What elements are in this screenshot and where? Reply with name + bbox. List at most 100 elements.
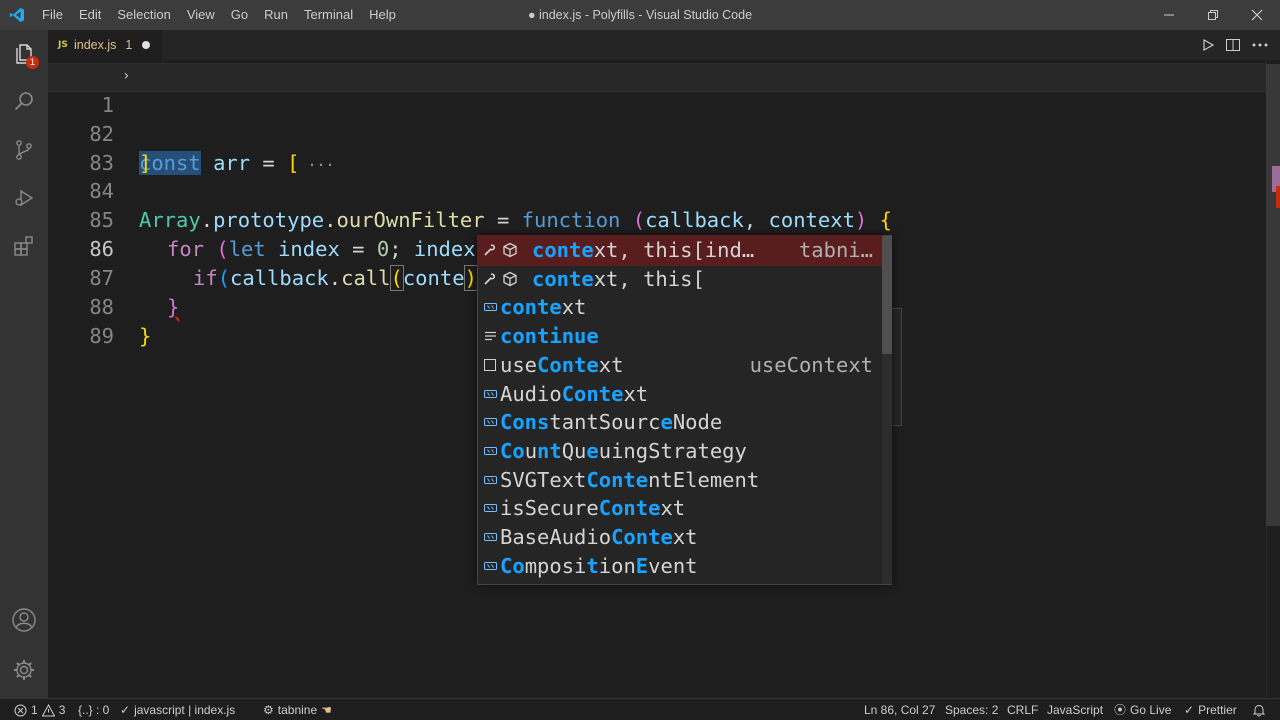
suggestion-item[interactable]: AudioContext — [478, 380, 883, 409]
close-window-button[interactable] — [1234, 0, 1280, 30]
variable-icon — [483, 380, 497, 408]
variable-icon — [483, 408, 497, 436]
suggestion-item[interactable]: context, this[ — [478, 265, 883, 294]
suggestion-item[interactable]: context, this[ind… tabni… — [477, 235, 884, 266]
suggestion-detail: useContext — [749, 352, 873, 377]
suggest-scrollbar-track[interactable] — [882, 354, 892, 584]
suggestion-label: ConstantSourceNode — [500, 410, 723, 435]
suggestion-widget[interactable]: context, this[ind… tabni… context, this[co… — [477, 235, 892, 585]
split-editor-icon[interactable] — [1220, 30, 1246, 60]
activity-bar: 1 — [0, 30, 48, 698]
menu-run[interactable]: Run — [256, 0, 296, 30]
tab-index-js[interactable]: JS index.js 1 — [48, 30, 162, 60]
variable-icon — [483, 552, 497, 580]
notifications-bell-icon[interactable] — [1252, 699, 1266, 720]
cursor-position[interactable]: Ln 86, Col 27 — [864, 699, 935, 720]
suggestion-label: isSecureContext — [500, 496, 686, 521]
language-check-status[interactable]: ✓ javascript | index.js — [120, 699, 235, 720]
tab-problem-count: 1 — [125, 38, 133, 52]
text-icon — [483, 351, 497, 379]
keyword-icon — [483, 322, 497, 350]
fold-chevron-icon[interactable]: › — [122, 62, 130, 91]
cube-icon — [501, 236, 519, 264]
error-icon — [14, 704, 27, 716]
menu-selection[interactable]: Selection — [109, 0, 178, 30]
language-mode[interactable]: JavaScript — [1047, 699, 1103, 720]
suggestion-item[interactable]: ConstantSourceNode — [478, 408, 883, 437]
source-control-icon[interactable] — [0, 126, 48, 174]
menu-file[interactable]: File — [34, 0, 71, 30]
check-icon: ✓ — [120, 702, 131, 717]
go-live-button[interactable]: ⦿ Go Live — [1114, 699, 1171, 720]
tab-label: index.js — [74, 38, 117, 52]
suggestion-item[interactable]: CompositionEvent — [478, 552, 883, 581]
explorer-icon[interactable]: 1 — [0, 30, 48, 78]
extensions-icon[interactable] — [0, 222, 48, 270]
unsaved-dot-icon[interactable] — [142, 41, 151, 49]
broadcast-icon: ⦿ — [1114, 702, 1127, 717]
suggestion-item[interactable]: CountQueuingStrategy — [478, 437, 883, 466]
suggestion-label: SVGTextContentElement — [500, 467, 760, 492]
suggestion-label: context — [500, 295, 587, 320]
menu-go[interactable]: Go — [223, 0, 256, 30]
menu-help[interactable]: Help — [361, 0, 404, 30]
cube-icon — [501, 265, 519, 293]
status-bar: 1 3 {..} : 0 ✓ javascript | index.js ⚙ t… — [0, 698, 1280, 720]
variable-icon — [483, 494, 497, 522]
suggestion-label: context, this[ind… — [532, 238, 755, 262]
code-line-86: 86 if(callback.call(conte)) — [48, 206, 1258, 291]
prettier-status[interactable]: ✓ Prettier — [1184, 699, 1237, 720]
vscode-logo-icon — [0, 0, 34, 30]
line-number: 89 — [89, 324, 114, 348]
warning-icon — [41, 703, 55, 716]
menu-view[interactable]: View — [179, 0, 223, 30]
more-actions-icon[interactable] — [1247, 30, 1273, 60]
code-line-82: 82 ] — [48, 91, 1258, 175]
suggestion-item[interactable]: isSecureContext — [478, 494, 883, 523]
code-line-1: 1 › const arr = [··· — [48, 62, 1258, 175]
suggestion-item[interactable]: useContext useContext — [478, 351, 883, 380]
run-file-icon[interactable] — [1195, 30, 1221, 60]
settings-gear-icon[interactable] — [0, 646, 48, 694]
tab-bar: JS index.js 1 — [48, 30, 1280, 60]
editor-scrollbar-thumb[interactable] — [1266, 64, 1280, 526]
suggestion-detail: tabni… — [798, 238, 873, 262]
overview-ruler-error — [1276, 186, 1280, 208]
title-bar: File Edit Selection View Go Run Terminal… — [0, 0, 1280, 30]
wrench-icon — [483, 236, 497, 264]
suggestion-item[interactable]: context — [478, 293, 883, 322]
tabnine-status[interactable]: ⚙ tabnine ☚ — [263, 699, 332, 720]
run-debug-icon[interactable] — [0, 174, 48, 222]
suggestion-item[interactable]: continue — [478, 322, 883, 351]
indentation-status[interactable]: Spaces: 2 — [945, 699, 998, 720]
eol-status[interactable]: CRLF — [1007, 699, 1038, 720]
variable-icon — [483, 293, 497, 321]
problems-status[interactable]: 1 3 — [14, 699, 65, 720]
suggestion-label: BaseAudioContext — [500, 525, 698, 549]
wrench-icon — [483, 265, 497, 293]
suggest-scrollbar-thumb[interactable] — [882, 236, 892, 354]
search-icon[interactable] — [0, 78, 48, 126]
tabnine-icon: ⚙ — [263, 702, 274, 717]
minimize-button[interactable] — [1146, 0, 1192, 30]
variable-icon — [483, 523, 497, 551]
account-icon[interactable] — [0, 596, 48, 644]
suggestion-item[interactable]: BaseAudioContext — [478, 523, 883, 552]
menu-terminal[interactable]: Terminal — [296, 0, 361, 30]
suggestion-label: useContext — [500, 352, 624, 377]
error-count: 1 — [31, 702, 38, 717]
bracket-status[interactable]: {..} : 0 — [78, 699, 109, 720]
double-check-icon: ✓ — [1184, 702, 1195, 717]
tabnine-pointer-icon: ☚ — [321, 702, 332, 717]
suggestion-item[interactable]: SVGTextContentElement — [478, 466, 883, 495]
menu-edit[interactable]: Edit — [71, 0, 109, 30]
suggestion-label: AudioContext — [500, 381, 649, 406]
variable-icon — [483, 466, 497, 494]
restore-button[interactable] — [1190, 0, 1236, 30]
code-line-83: 83 — [48, 120, 1258, 175]
warning-count: 3 — [58, 702, 66, 717]
suggestion-label: context, this[ — [532, 266, 705, 291]
suggestion-label: CompositionEvent — [500, 553, 698, 578]
code-line-84: 84 Array.prototype.ourOwnFilter = functi… — [48, 148, 1258, 232]
explorer-badge: 1 — [26, 56, 39, 69]
